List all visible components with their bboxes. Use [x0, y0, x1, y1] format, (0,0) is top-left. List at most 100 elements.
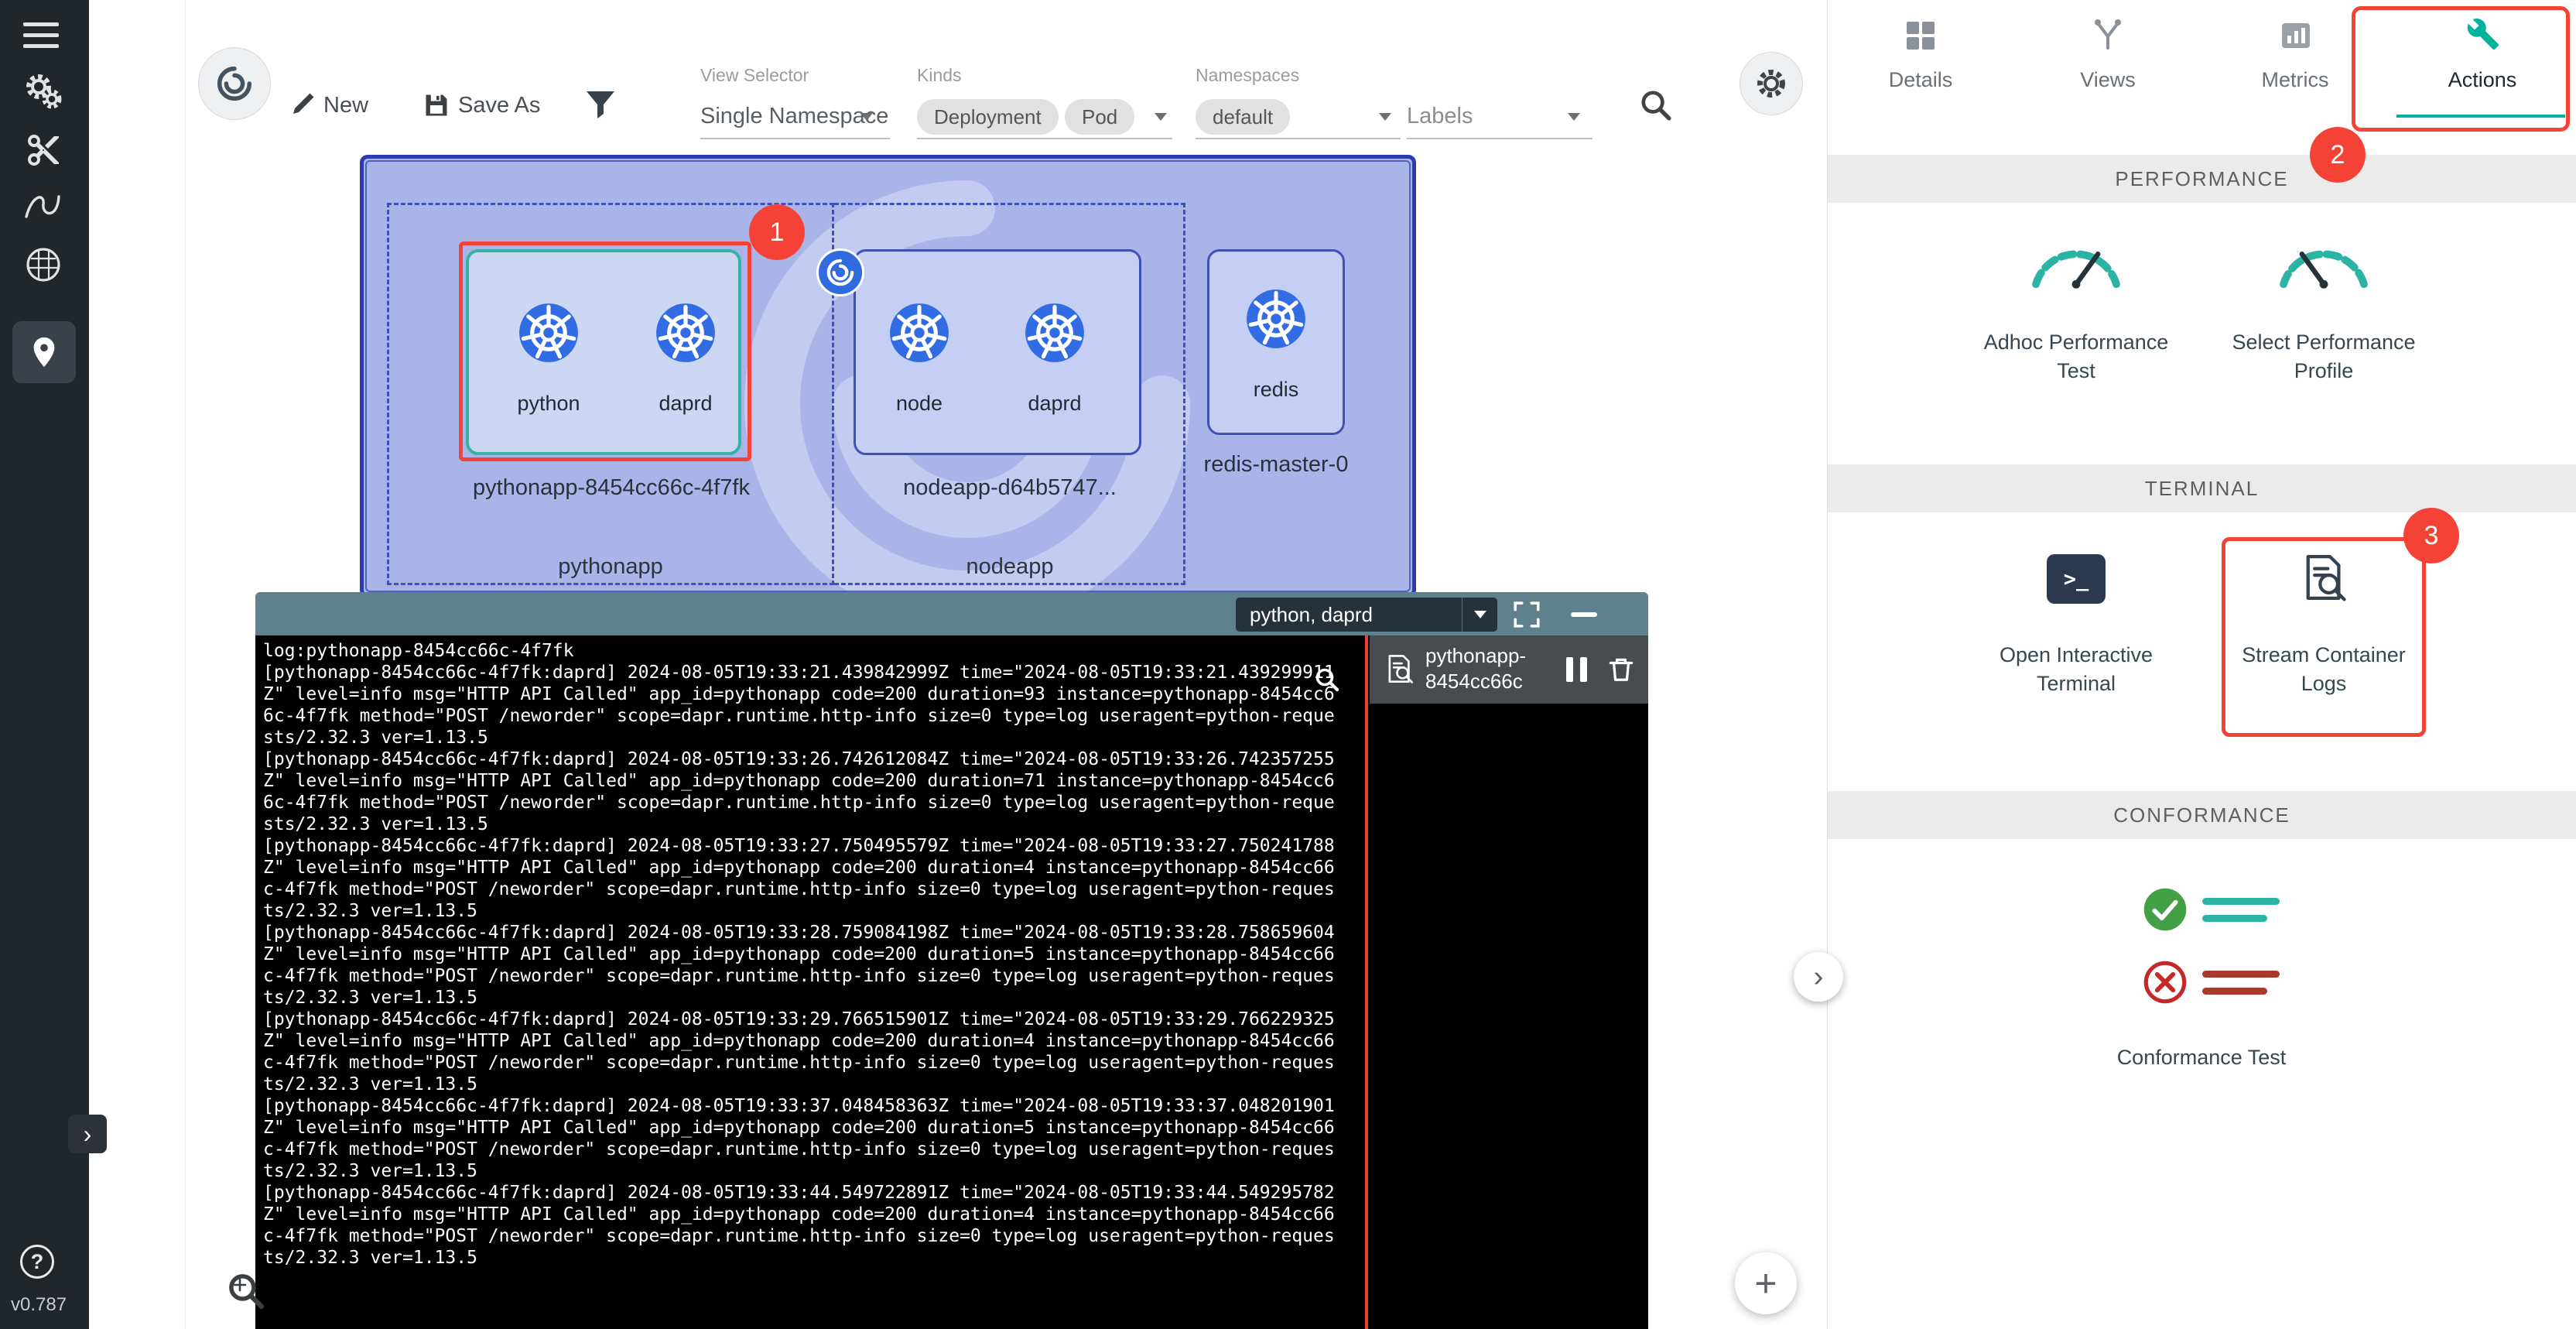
container-daprd-label: daprd	[624, 392, 747, 416]
pass-lines-icon	[2202, 898, 2280, 922]
terminal-search-icon[interactable]	[1314, 666, 1340, 697]
save-as-button[interactable]: Save As	[458, 93, 540, 118]
tab-views-label: Views	[2014, 68, 2201, 92]
save-icon	[422, 91, 450, 123]
delete-session-button[interactable]	[1606, 656, 1636, 689]
settings-gear-button[interactable]	[1740, 52, 1803, 115]
section-terminal-title: TERMINAL	[2145, 477, 2259, 501]
tab-actions-label: Actions	[2389, 68, 2576, 92]
app-root: ? v0.787 › WA New	[0, 0, 2576, 1329]
annotation-badge-1: 1	[749, 204, 805, 260]
annotation-badge-3: 3	[2403, 508, 2459, 563]
fail-lines-icon	[2202, 971, 2280, 995]
terminal-fullscreen-button[interactable]	[1512, 600, 1541, 633]
container-python-icon[interactable]	[518, 303, 579, 363]
container-redis-label: redis	[1214, 378, 1338, 402]
section-conformance-title: CONFORMANCE	[2113, 803, 2290, 827]
tools-scissors-icon[interactable]	[25, 132, 62, 173]
filter-button[interactable]	[582, 87, 619, 128]
grid-icon	[1904, 19, 1938, 53]
tab-actions[interactable]: Actions	[2389, 0, 2576, 124]
location-pin-icon	[26, 334, 62, 370]
search-button[interactable]	[1639, 88, 1673, 126]
chevron-right-icon: ›	[84, 1120, 92, 1149]
open-interactive-terminal-label: Open Interactive Terminal	[1976, 641, 2177, 698]
tab-views[interactable]: Views	[2014, 0, 2201, 124]
namespaces-label: Namespaces	[1196, 65, 1299, 86]
pause-stream-button[interactable]	[1566, 657, 1587, 682]
edit-pencil-icon	[288, 91, 316, 123]
plus-icon: +	[1754, 1261, 1777, 1306]
container-redis-icon[interactable]	[1246, 289, 1306, 349]
chevron-down-icon	[1568, 113, 1580, 121]
terminal-panel: python, daprd log:pythonapp-8454cc66c-4f…	[255, 592, 1648, 1329]
settings-gears-icon[interactable]	[23, 71, 63, 115]
annotation-badge-2: 2	[2310, 127, 2366, 183]
tab-metrics-label: Metrics	[2201, 68, 2389, 92]
container-daprd-icon[interactable]	[655, 303, 716, 363]
kinds-label: Kinds	[917, 65, 962, 86]
tab-metrics[interactable]: Metrics	[2201, 0, 2389, 124]
terminal-session-item[interactable]: pythonapp-8454cc66c	[1370, 635, 1648, 704]
select-performance-profile-label: Select Performance Profile	[2223, 328, 2424, 385]
terminal-divider	[1365, 635, 1368, 1329]
chevron-down-icon	[1155, 113, 1167, 121]
terminal-minimize-button[interactable]	[1571, 612, 1597, 617]
panel-expand-chevron[interactable]: ›	[1794, 952, 1843, 1002]
container-python-label: python	[487, 392, 611, 416]
tab-details-label: Details	[1827, 68, 2014, 92]
pod-redis-name: redis-master-0	[1160, 452, 1392, 478]
stream-logs-icon	[2298, 551, 2351, 608]
flow-curve-icon[interactable]	[22, 186, 62, 230]
kind-chip-deployment[interactable]: Deployment	[917, 99, 1059, 135]
section-terminal: TERMINAL	[1828, 464, 2576, 512]
canvas-zoom-button[interactable]	[226, 1271, 266, 1315]
active-tab-underline	[2396, 115, 2565, 118]
sidebar-collapse-button[interactable]: ›	[68, 1115, 107, 1153]
gauge-icon	[2026, 232, 2126, 291]
pod-nodeapp-name: nodeapp-d64b5747...	[851, 475, 1168, 501]
new-button[interactable]: New	[323, 93, 368, 118]
namespace-chip-default[interactable]: default	[1196, 99, 1290, 135]
stream-container-logs-label: Stream Container Logs	[2223, 641, 2424, 698]
conformance-test-label: Conformance Test	[2101, 1043, 2302, 1072]
help-glyph: ?	[31, 1250, 44, 1274]
terminal-container-selector[interactable]: python, daprd	[1236, 598, 1497, 632]
x-circle-icon	[2143, 960, 2188, 1005]
views-icon	[2091, 17, 2125, 51]
dapr-designs-menu-button[interactable]	[198, 47, 271, 120]
terminal-body: log:pythonapp-8454cc66c-4f7fk [pythonapp…	[255, 635, 1648, 1329]
app-version: v0.787	[11, 1294, 67, 1316]
wrench-icon	[2466, 17, 2500, 51]
section-performance: PERFORMANCE	[1828, 155, 2576, 203]
terminal-log-output[interactable]: log:pythonapp-8454cc66c-4f7fk [pythonapp…	[263, 640, 1365, 1324]
tab-details[interactable]: Details	[1827, 0, 2014, 124]
container-daprd2-label: daprd	[993, 392, 1117, 416]
chevron-down-icon	[860, 113, 873, 121]
container-daprd2-icon[interactable]	[1025, 303, 1085, 363]
help-button[interactable]: ?	[20, 1245, 54, 1279]
labels-value: Labels	[1407, 104, 1473, 129]
adhoc-performance-test-label: Adhoc Performance Test	[1976, 328, 2177, 385]
chevron-down-icon	[1379, 113, 1391, 121]
dapr-sidecar-icon[interactable]	[816, 248, 864, 296]
terminal-prompt-icon: >_	[2047, 554, 2106, 604]
section-performance-title: PERFORMANCE	[2115, 167, 2288, 191]
terminal-header: python, daprd	[255, 592, 1648, 635]
section-conformance: CONFORMANCE	[1828, 791, 2576, 839]
gauge-icon	[2273, 232, 2374, 291]
view-selector-label: View Selector	[700, 65, 809, 86]
add-node-fab[interactable]: +	[1735, 1252, 1797, 1314]
container-node-label: node	[857, 392, 981, 416]
check-circle-icon	[2143, 887, 2188, 932]
kind-chip-pod[interactable]: Pod	[1065, 99, 1134, 135]
sidebar-item-kanvas-active[interactable]	[12, 321, 76, 383]
chevron-right-icon: ›	[1814, 961, 1824, 994]
deployment-nodeapp-label: nodeapp	[932, 554, 1087, 580]
menu-icon[interactable]	[23, 15, 59, 55]
deployment-pythonapp-label: pythonapp	[533, 554, 688, 580]
container-node-icon[interactable]	[889, 303, 949, 363]
mesh-icon[interactable]	[23, 245, 63, 289]
session-name: pythonapp-8454cc66c	[1425, 643, 1549, 694]
session-log-icon	[1384, 653, 1416, 689]
